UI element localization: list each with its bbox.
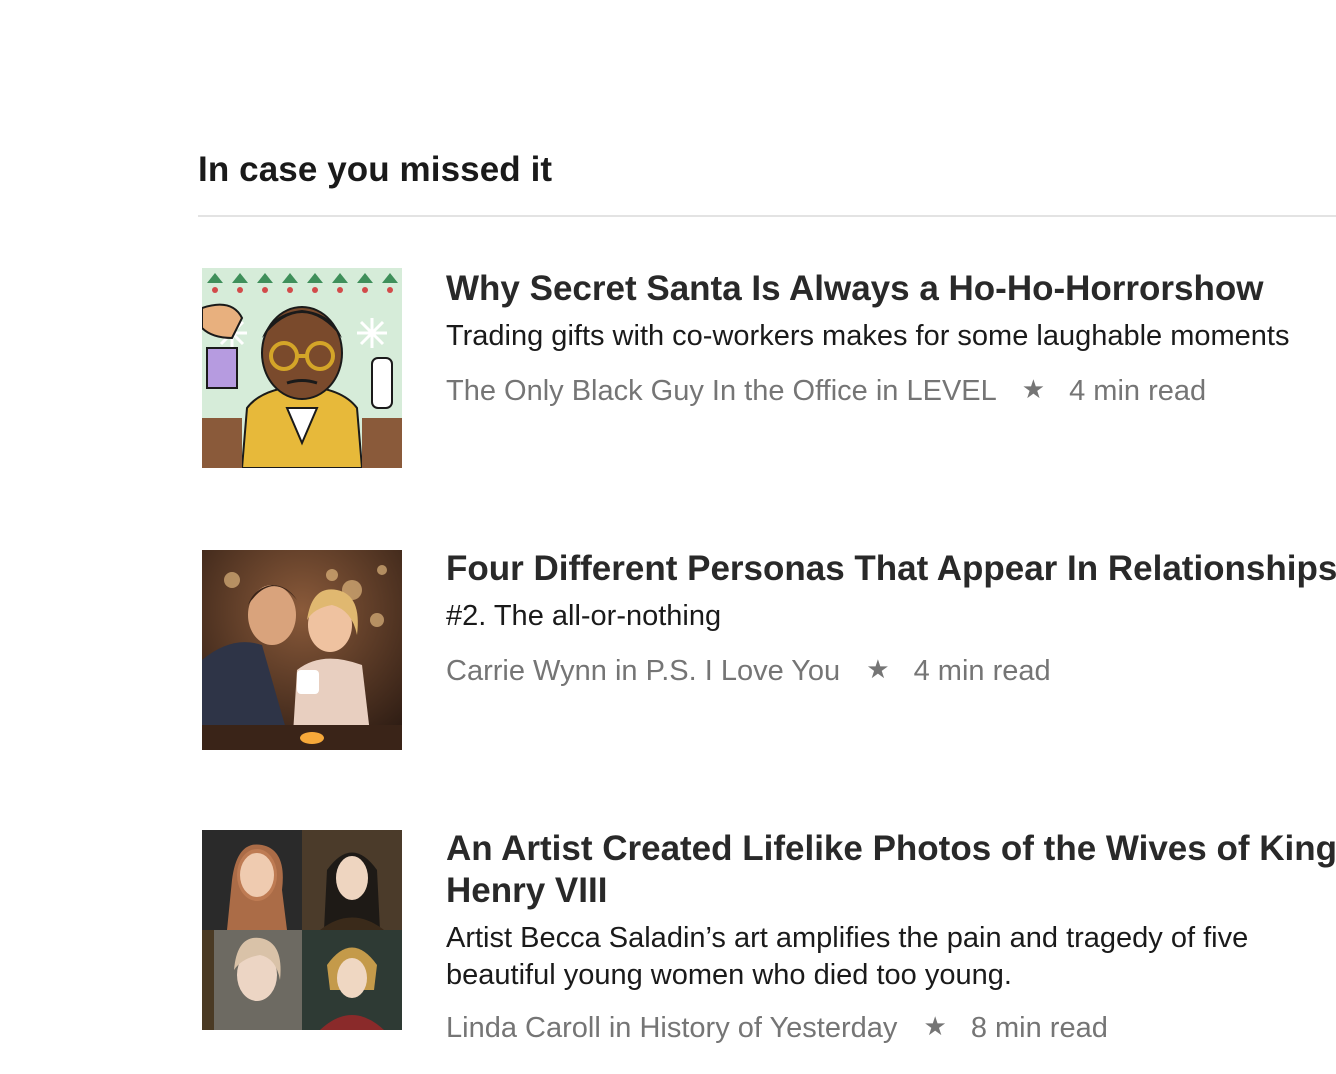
star-icon: ★ [866,654,890,684]
read-time: 8 min read [970,1012,1108,1044]
read-time: 4 min read [913,655,1051,687]
article-meta: Carrie Wynn in P.S. I Love You ★ 4 min r… [446,653,1336,689]
section-title: In case you missed it [198,150,553,189]
illustration-image [202,268,402,468]
article-meta: Linda Caroll in History of Yesterday ★ 8… [446,1010,1336,1046]
article-subtitle[interactable]: #2. The all-or-nothing [446,598,1336,635]
author-link[interactable]: Carrie Wynn [446,655,607,687]
in-label: in [608,1012,632,1044]
article-item[interactable]: Why Secret Santa Is Always a Ho-Ho-Horro… [202,268,1336,478]
publication-link[interactable]: History of Yesterday [639,1012,897,1044]
article-title[interactable]: Why Secret Santa Is Always a Ho-Ho-Horro… [446,268,1336,310]
article-text: Four Different Personas That Appear In R… [446,548,1336,689]
article-title[interactable]: Four Different Personas That Appear In R… [446,548,1336,590]
star-icon: ★ [1021,374,1046,404]
article-subtitle[interactable]: Trading gifts with co-workers makes for … [446,318,1336,355]
article-item[interactable]: Four Different Personas That Appear In R… [202,548,1336,758]
article-thumbnail-illustration[interactable] [202,268,402,468]
in-label: in [875,375,899,407]
article-text: Why Secret Santa Is Always a Ho-Ho-Horro… [446,268,1336,409]
author-link[interactable]: The Only Black Guy In the Office [446,375,868,407]
article-thumbnail-photo[interactable] [202,550,402,750]
article-title[interactable]: An Artist Created Lifelike Photos of the… [446,828,1336,912]
star-icon: ★ [923,1011,947,1041]
article-item[interactable]: An Artist Created Lifelike Photos of the… [202,828,1336,1074]
article-subtitle[interactable]: Artist Becca Saladin’s art amplifies the… [446,920,1306,994]
section-header: In case you missed it [198,148,1336,192]
portraits-collage-image [202,830,402,1030]
article-text: An Artist Created Lifelike Photos of the… [446,828,1336,1046]
read-time: 4 min read [1069,375,1207,407]
in-label: in [614,655,638,687]
article-thumbnail-portraits[interactable] [202,830,402,1030]
publication-link[interactable]: P.S. I Love You [646,655,841,687]
section-divider [198,215,1336,217]
couple-photo-image [202,550,402,750]
author-link[interactable]: Linda Caroll [446,1012,601,1044]
publication-link[interactable]: LEVEL [906,375,995,407]
article-meta: The Only Black Guy In the Office in LEVE… [446,373,1336,409]
